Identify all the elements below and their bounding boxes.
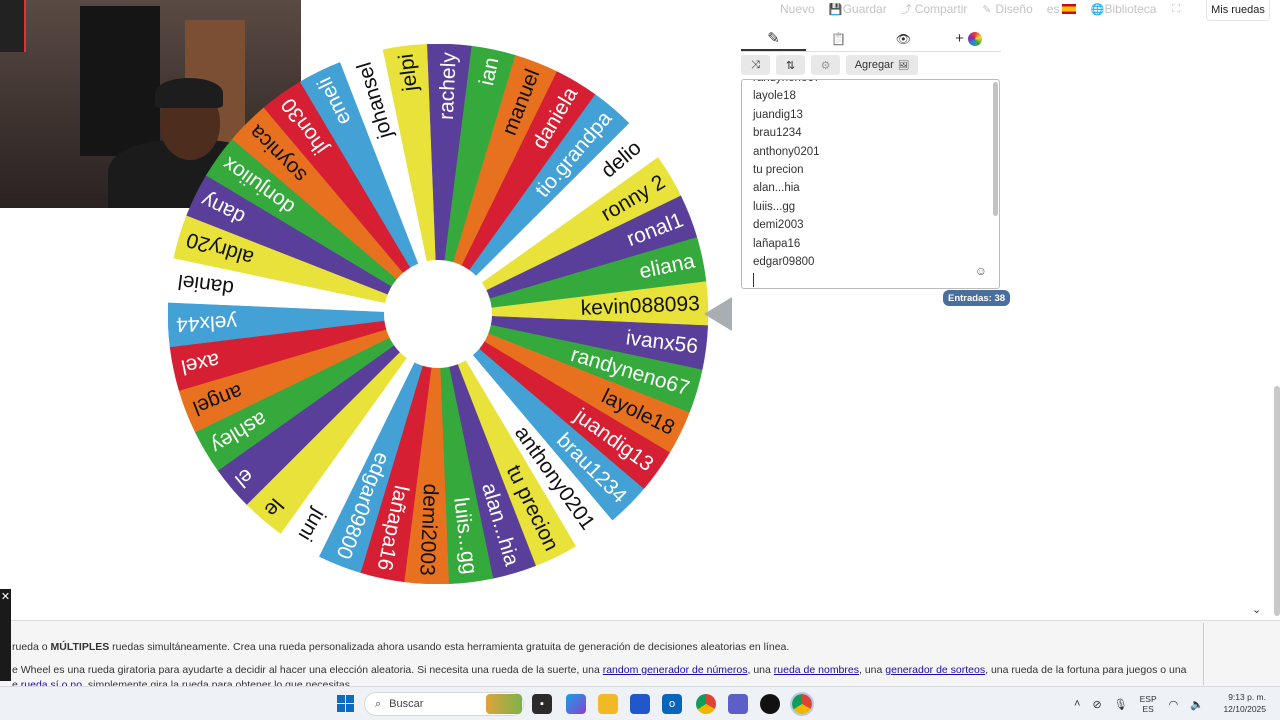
wheel-graphic[interactable]: kevin088093ivanx56randyneno67layole18jua… xyxy=(167,43,709,585)
description-panel: rueda o MÚLTIPLES ruedas simultáneamente… xyxy=(0,620,1280,691)
save-icon: 💾 xyxy=(828,3,843,16)
spin-wheel[interactable]: kevin088093 ivanx56 randyneno67 layole18 jua… xyxy=(167,43,709,585)
tab-add-wheel[interactable]: + xyxy=(936,26,1001,51)
entry-item: randyneno67 xyxy=(753,80,820,87)
system-tray: ˄ ⊘ 🎙 ESP ES ◠ 🔈 xyxy=(1074,687,1204,720)
description-frame: rueda o MÚLTIPLES ruedas simultáneamente… xyxy=(0,623,1204,691)
entry-item: anthony0201 xyxy=(753,145,820,158)
overlay-close-strip: ✕ xyxy=(0,589,11,681)
language-button[interactable]: es xyxy=(1047,2,1077,16)
task-view-icon[interactable]: ▪ xyxy=(532,694,552,714)
emoji-icon[interactable]: ☺ xyxy=(975,264,987,278)
link-raffle-generator[interactable]: generador de sorteos xyxy=(885,664,985,676)
pencil-icon: ✎ xyxy=(982,3,992,16)
share-button[interactable]: ⤴ Compartir xyxy=(901,1,968,17)
description-line-1: rueda o MÚLTIPLES ruedas simultáneamente… xyxy=(12,641,790,653)
entries-editor: ✎ 📋 👁 + ⤨ ⇅ ⚙ Agregar🖼 randyneno67 layol… xyxy=(741,26,1001,289)
fullscreen-button[interactable]: ⛶ xyxy=(1170,3,1181,16)
store-icon[interactable] xyxy=(630,694,650,714)
tab-results[interactable]: 📋 xyxy=(806,26,871,51)
library-button[interactable]: 🌐 Biblioteca xyxy=(1090,2,1156,16)
editor-tools: ⤨ ⇅ ⚙ Agregar 🖼 xyxy=(741,55,1001,75)
image-icon: 🖼 xyxy=(897,59,910,70)
obs-icon[interactable] xyxy=(760,694,780,714)
sort-icon: ⇅ xyxy=(785,59,796,72)
my-wheels-button[interactable]: Mis ruedas xyxy=(1206,0,1270,21)
shuffle-icon: ⤨ xyxy=(751,58,760,71)
chevron-up-icon[interactable]: ˄ xyxy=(1074,698,1080,710)
eye-slash-icon: 👁 xyxy=(895,31,912,46)
search-icon: ⌕ xyxy=(375,697,382,710)
entry-item: tu precion xyxy=(753,164,804,177)
teams-icon[interactable] xyxy=(728,694,748,714)
page-scrollbar[interactable] xyxy=(1274,386,1280,616)
windows-start-button[interactable] xyxy=(337,695,354,712)
wheel-center-hub[interactable] xyxy=(384,260,492,368)
chrome-active-icon[interactable] xyxy=(790,692,814,716)
entry-item: alan...hia xyxy=(753,182,800,195)
volume-icon[interactable]: 🔈 xyxy=(1190,698,1204,711)
tab-edit[interactable]: ✎ xyxy=(741,26,806,51)
file-explorer-icon[interactable] xyxy=(598,694,618,714)
shuffle-button[interactable]: ⤨ xyxy=(741,55,770,75)
new-button[interactable]: Nuevo xyxy=(780,2,815,16)
entry-item: demi2003 xyxy=(753,219,804,232)
gear-icon: ⚙ xyxy=(820,59,831,72)
close-icon[interactable]: ✕ xyxy=(0,590,11,604)
design-button[interactable]: ✎ Diseño xyxy=(981,2,1032,16)
wheel-segment-label: yelx44 xyxy=(175,310,237,335)
description-line-2: e Wheel es una rueda giratoria para ayud… xyxy=(12,664,1187,676)
entries-list: randyneno67 layole18 juandig13 brau1234 ant… xyxy=(753,80,820,288)
flag-spain-icon xyxy=(1062,4,1077,14)
chevron-down-icon[interactable]: ⌄ xyxy=(1252,603,1261,616)
globe-icon: 🌐 xyxy=(1090,3,1105,16)
copilot-icon[interactable] xyxy=(566,694,586,714)
entry-item: brau1234 xyxy=(753,127,802,140)
fullscreen-icon: ⛶ xyxy=(1172,2,1180,15)
text-cursor xyxy=(753,273,754,288)
add-image-button[interactable]: Agregar 🖼 xyxy=(846,55,918,75)
tab-hidden[interactable]: 👁 xyxy=(871,26,936,51)
wheel-segment-label: kevin088093 xyxy=(580,292,700,320)
editor-tabs: ✎ 📋 👁 + xyxy=(741,26,1001,52)
clock[interactable]: 9:13 p. m. 12/10/2025 xyxy=(1218,691,1266,715)
wheel-pointer xyxy=(704,297,732,331)
wifi-icon[interactable]: ◠ xyxy=(1169,698,1179,711)
plus-icon: + xyxy=(955,30,964,47)
microphone-icon[interactable]: 🎙 xyxy=(1114,698,1128,711)
entry-item: juandig13 xyxy=(753,108,803,121)
pencil-icon: ✎ xyxy=(767,29,780,47)
entry-item: luiis...gg xyxy=(753,200,796,213)
entry-item: edgar09800 xyxy=(753,256,815,269)
entries-count-badge: Entradas: 38 xyxy=(943,290,1011,306)
taskbar-widget-icon[interactable] xyxy=(486,694,522,714)
link-number-generator[interactable]: random generador de números xyxy=(603,664,748,676)
chrome-icon[interactable] xyxy=(696,694,716,714)
entries-textarea[interactable]: randyneno67 layole18 juandig13 brau1234 ant… xyxy=(741,79,1000,289)
color-wheel-icon xyxy=(967,31,982,46)
save-button[interactable]: 💾 Guardar xyxy=(829,2,887,16)
streamer-logo xyxy=(0,0,26,52)
entry-item: lañapa16 xyxy=(753,237,801,250)
wheel-segment-label: rachely xyxy=(435,51,461,120)
wheel-segment-label: jelpi xyxy=(395,53,423,94)
outlook-icon[interactable]: o xyxy=(662,694,682,714)
settings-button[interactable]: ⚙ xyxy=(811,55,840,75)
wheel-segment-label: demi2003 xyxy=(415,483,442,576)
windows-taskbar: ⌕ Buscar ▪ o ˄ ⊘ 🎙 ESP ES ◠ 🔈 9:13 p. m. 12… xyxy=(0,686,1280,720)
textarea-scrollbar[interactable] xyxy=(993,82,998,216)
language-indicator[interactable]: ESP ES xyxy=(1140,694,1157,714)
webcam-background xyxy=(80,6,160,156)
network-off-icon[interactable]: ⊘ xyxy=(1092,698,1101,711)
link-name-wheel[interactable]: rueda de nombres xyxy=(774,664,859,676)
share-icon: ⤴ xyxy=(900,4,912,16)
clipboard-icon: 📋 xyxy=(831,31,846,46)
sort-button[interactable]: ⇅ xyxy=(776,55,805,75)
entry-item: layole18 xyxy=(753,90,796,103)
top-toolbar: Nuevo 💾 Guardar ⤴ Compartir ✎ Diseño es 🌐 Bi… xyxy=(780,0,1280,18)
